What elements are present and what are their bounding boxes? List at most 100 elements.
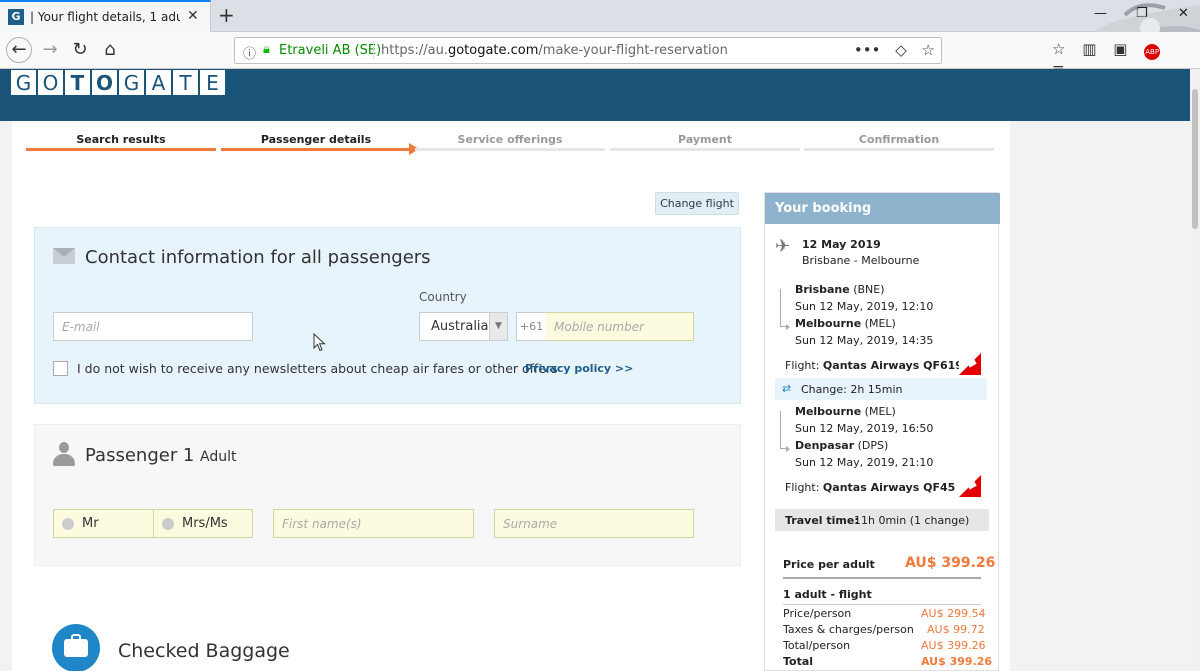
browser-tab[interactable]: G | Your flight details, 1 adult - Al ✕: [0, 0, 211, 32]
segment-arrival-time: Sun 12 May, 2019, 21:10: [795, 456, 934, 469]
email-field[interactable]: E-mail: [53, 312, 253, 341]
library-icon[interactable]: ▥: [1082, 40, 1096, 58]
step-passenger-details: Passenger details: [221, 130, 419, 156]
phone-prefix: +61: [516, 312, 546, 341]
restore-window-icon[interactable]: ❐: [1136, 6, 1148, 21]
airplane-icon: ✈: [775, 236, 791, 257]
home-icon[interactable]: ⌂: [98, 38, 122, 62]
price-per-adult-value: AU$ 399.26: [905, 555, 996, 571]
segment-route-line: [780, 289, 786, 327]
flight-label: Flight:: [785, 359, 820, 372]
breakdown-value: AU$ 399.26: [921, 655, 993, 668]
newsletter-opt-out-checkbox[interactable]: [53, 361, 68, 376]
country-value: Australia: [431, 319, 489, 334]
booking-progress-steps: Search results Passenger details Service…: [26, 130, 996, 156]
browser-tab-bar: G | Your flight details, 1 adult - Al ✕ …: [0, 0, 1200, 70]
newsletter-opt-out-label[interactable]: I do not wish to receive any newsletters…: [77, 361, 558, 376]
radio-label: Mrs/Ms: [182, 516, 228, 531]
logo-letter: T: [173, 70, 198, 95]
radio-label: Mr: [82, 516, 99, 531]
step-label: Service offerings: [457, 133, 563, 146]
step-label: Passenger details: [260, 133, 372, 146]
url-path: /make-your-flight-reservation: [538, 43, 728, 58]
step-progress-line: [415, 148, 605, 151]
contact-info-section: Contact information for all passengers E…: [34, 227, 741, 404]
privacy-policy-link[interactable]: Privacy policy >>: [525, 362, 633, 375]
arrival-city: Melbourne: [795, 317, 862, 330]
site-favicon-icon: G: [8, 9, 24, 25]
breakdown-label: Total/person: [783, 639, 851, 652]
breakdown-label: Price/person: [783, 607, 852, 620]
reload-icon[interactable]: ↻: [68, 38, 92, 62]
step-confirmation: Confirmation: [804, 130, 994, 156]
mobile-number-field[interactable]: Mobile number: [546, 312, 694, 341]
close-window-icon[interactable]: ✕: [1178, 6, 1189, 21]
arrival-code: (DPS): [857, 439, 889, 452]
lock-icon: 🔒︎: [263, 42, 270, 57]
layover-change-row: ⇄ Change: 2h 15min: [775, 378, 987, 400]
page-actions-icon[interactable]: •••: [854, 41, 881, 59]
segment-arrival-airport: Denpasar (DPS): [795, 439, 888, 452]
arrival-city: Denpasar: [795, 439, 855, 452]
title-mrs-ms-radio[interactable]: Mrs/Ms: [153, 509, 253, 538]
logo-letter: G: [11, 70, 36, 95]
segment-departure-time: Sun 12 May, 2019, 12:10: [795, 300, 934, 313]
envelope-icon: [53, 248, 75, 264]
logo-letter: A: [146, 70, 171, 95]
price-per-adult-label: Price per adult: [783, 558, 875, 571]
segment-flight: Flight: Qantas Airways QF619: [785, 359, 963, 372]
qantas-logo-icon: [959, 475, 981, 497]
sidebar-icon[interactable]: ▣: [1113, 40, 1127, 58]
logo-letter: T: [65, 70, 90, 95]
step-progress-line: [804, 148, 994, 151]
page-scrollbar[interactable]: [1190, 69, 1200, 671]
step-search-results[interactable]: Search results: [26, 130, 216, 156]
price-divider: [783, 577, 981, 579]
booking-date: 12 May 2019: [802, 238, 881, 251]
site-info-icon[interactable]: ⓘ: [243, 43, 256, 62]
change-duration: Change: 2h 15min: [801, 383, 903, 396]
step-payment: Payment: [610, 130, 800, 156]
checked-baggage-title: Checked Baggage: [118, 640, 290, 662]
change-flight-button[interactable]: Change flight: [655, 192, 739, 215]
browser-navigation-bar: ← → ↻ ⌂ ⓘ 🔒︎ Etraveli AB (SE) https://au…: [0, 32, 1200, 78]
url-domain: gotogate.com: [447, 43, 539, 58]
adblock-plus-icon[interactable]: ABP: [1144, 44, 1161, 60]
segment-arrival-time: Sun 12 May, 2019, 14:35: [795, 334, 934, 347]
travel-time-label: Travel time:: [785, 514, 859, 527]
country-select[interactable]: Australia ▼: [419, 312, 508, 341]
departure-code: (MEL): [864, 405, 896, 418]
country-label: Country: [419, 290, 467, 304]
scrollbar-thumb[interactable]: [1192, 89, 1198, 229]
reading-list-icon[interactable]: ☆: [1052, 40, 1065, 58]
step-progress-line: [610, 148, 800, 151]
flight-label: Flight:: [785, 481, 820, 494]
title-mr-radio[interactable]: Mr: [53, 509, 154, 538]
radio-button-icon: [62, 518, 74, 530]
step-label: Search results: [76, 133, 166, 146]
flight-number: Qantas Airways QF619: [822, 359, 963, 372]
new-tab-plus-icon[interactable]: +: [218, 3, 235, 27]
booking-summary-panel: Your booking ✈ 12 May 2019 Brisbane - Me…: [764, 192, 1000, 671]
qantas-logo-icon: [959, 353, 981, 375]
breakdown-title: 1 adult - flight: [783, 588, 872, 601]
first-name-field[interactable]: First name(s): [273, 509, 474, 538]
url-actions: ••• ◇ ☆: [844, 41, 935, 59]
passenger-section: Passenger 1 Adult Mr Mrs/Ms First name(s…: [34, 424, 741, 566]
surname-field[interactable]: Surname: [494, 509, 694, 538]
forward-arrow-icon[interactable]: →: [38, 38, 62, 62]
route-arrow-icon: [786, 324, 790, 330]
back-arrow-icon[interactable]: ←: [6, 37, 32, 63]
bookmark-star-icon[interactable]: ☆: [922, 41, 935, 59]
address-bar[interactable]: ⓘ 🔒︎ Etraveli AB (SE) https://au.gotogat…: [234, 37, 942, 64]
url-text[interactable]: https://au.gotogate.com/make-your-flight…: [381, 43, 728, 58]
breakdown-label: Total: [783, 655, 814, 668]
person-icon: [53, 442, 75, 466]
minimize-window-icon[interactable]: —: [1094, 6, 1107, 21]
pocket-icon[interactable]: ◇: [895, 41, 907, 59]
breakdown-value: AU$ 399.26: [921, 639, 986, 652]
logo-letter: G: [119, 70, 144, 95]
gotogate-logo[interactable]: GOTOGATE: [11, 70, 227, 96]
breakdown-divider: [783, 604, 981, 605]
close-tab-icon[interactable]: ✕: [187, 8, 199, 24]
